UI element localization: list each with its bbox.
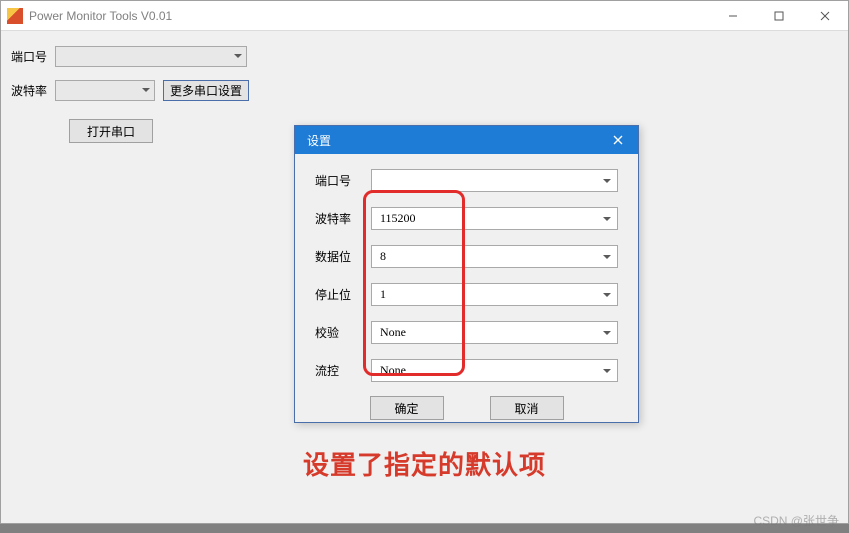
dialog-databits-combo[interactable]: 8 bbox=[371, 245, 618, 268]
annotation-caption: 设置了指定的默认项 bbox=[0, 445, 849, 482]
chevron-down-icon bbox=[603, 369, 611, 373]
dialog-titlebar: 设置 bbox=[295, 126, 638, 154]
close-icon bbox=[613, 135, 623, 145]
dialog-stopbits-value: 1 bbox=[380, 287, 386, 302]
more-serial-settings-button[interactable]: 更多串口设置 bbox=[163, 80, 249, 101]
port-label: 端口号 bbox=[11, 48, 55, 65]
dialog-stopbits-combo[interactable]: 1 bbox=[371, 283, 618, 306]
baud-combo[interactable] bbox=[55, 80, 155, 101]
watermark-text: CSDN @张世争 bbox=[753, 512, 839, 529]
row-port: 端口号 bbox=[11, 43, 838, 69]
dialog-parity-value: None bbox=[380, 325, 406, 340]
dialog-databits-value: 8 bbox=[380, 249, 386, 264]
maximize-button[interactable] bbox=[756, 1, 802, 30]
port-combo[interactable] bbox=[55, 46, 247, 67]
dialog-row-baud: 波特率 115200 bbox=[315, 206, 618, 231]
chevron-down-icon bbox=[234, 54, 242, 58]
dialog-port-label: 端口号 bbox=[315, 172, 371, 189]
main-titlebar: Power Monitor Tools V0.01 bbox=[1, 1, 848, 31]
row-baud: 波特率 更多串口设置 bbox=[11, 77, 838, 103]
dialog-port-combo[interactable] bbox=[371, 169, 618, 192]
dialog-title: 设置 bbox=[307, 132, 331, 149]
dialog-row-parity: 校验 None bbox=[315, 320, 618, 345]
dialog-baud-label: 波特率 bbox=[315, 210, 371, 227]
chevron-down-icon bbox=[603, 255, 611, 259]
main-window-title: Power Monitor Tools V0.01 bbox=[29, 9, 710, 23]
baud-label: 波特率 bbox=[11, 82, 55, 99]
close-button[interactable] bbox=[802, 1, 848, 30]
minimize-button[interactable] bbox=[710, 1, 756, 30]
dialog-close-button[interactable] bbox=[598, 126, 638, 154]
dialog-baud-combo[interactable]: 115200 bbox=[371, 207, 618, 230]
cancel-button[interactable]: 取消 bbox=[490, 396, 564, 420]
dialog-parity-label: 校验 bbox=[315, 324, 371, 341]
dialog-flowctrl-label: 流控 bbox=[315, 362, 371, 379]
dialog-row-port: 端口号 bbox=[315, 168, 618, 193]
dialog-button-row: 确定 取消 bbox=[315, 396, 618, 420]
minimize-icon bbox=[728, 11, 738, 21]
ok-button[interactable]: 确定 bbox=[370, 396, 444, 420]
dialog-baud-value: 115200 bbox=[380, 211, 416, 226]
chevron-down-icon bbox=[603, 217, 611, 221]
dialog-body: 端口号 波特率 115200 数据位 8 停止位 1 bbox=[295, 154, 638, 430]
chevron-down-icon bbox=[603, 331, 611, 335]
app-icon bbox=[7, 8, 23, 24]
window-controls bbox=[710, 1, 848, 30]
dialog-row-flowctrl: 流控 None bbox=[315, 358, 618, 383]
chevron-down-icon bbox=[603, 293, 611, 297]
dialog-databits-label: 数据位 bbox=[315, 248, 371, 265]
dialog-flowctrl-combo[interactable]: None bbox=[371, 359, 618, 382]
dialog-row-stopbits: 停止位 1 bbox=[315, 282, 618, 307]
dialog-parity-combo[interactable]: None bbox=[371, 321, 618, 344]
maximize-icon bbox=[774, 11, 784, 21]
settings-dialog: 设置 端口号 波特率 115200 数据位 8 bbox=[294, 125, 639, 423]
dialog-flowctrl-value: None bbox=[380, 363, 406, 378]
dialog-row-databits: 数据位 8 bbox=[315, 244, 618, 269]
chevron-down-icon bbox=[603, 179, 611, 183]
chevron-down-icon bbox=[142, 88, 150, 92]
close-icon bbox=[820, 11, 830, 21]
open-serial-button[interactable]: 打开串口 bbox=[69, 119, 153, 143]
dialog-stopbits-label: 停止位 bbox=[315, 286, 371, 303]
